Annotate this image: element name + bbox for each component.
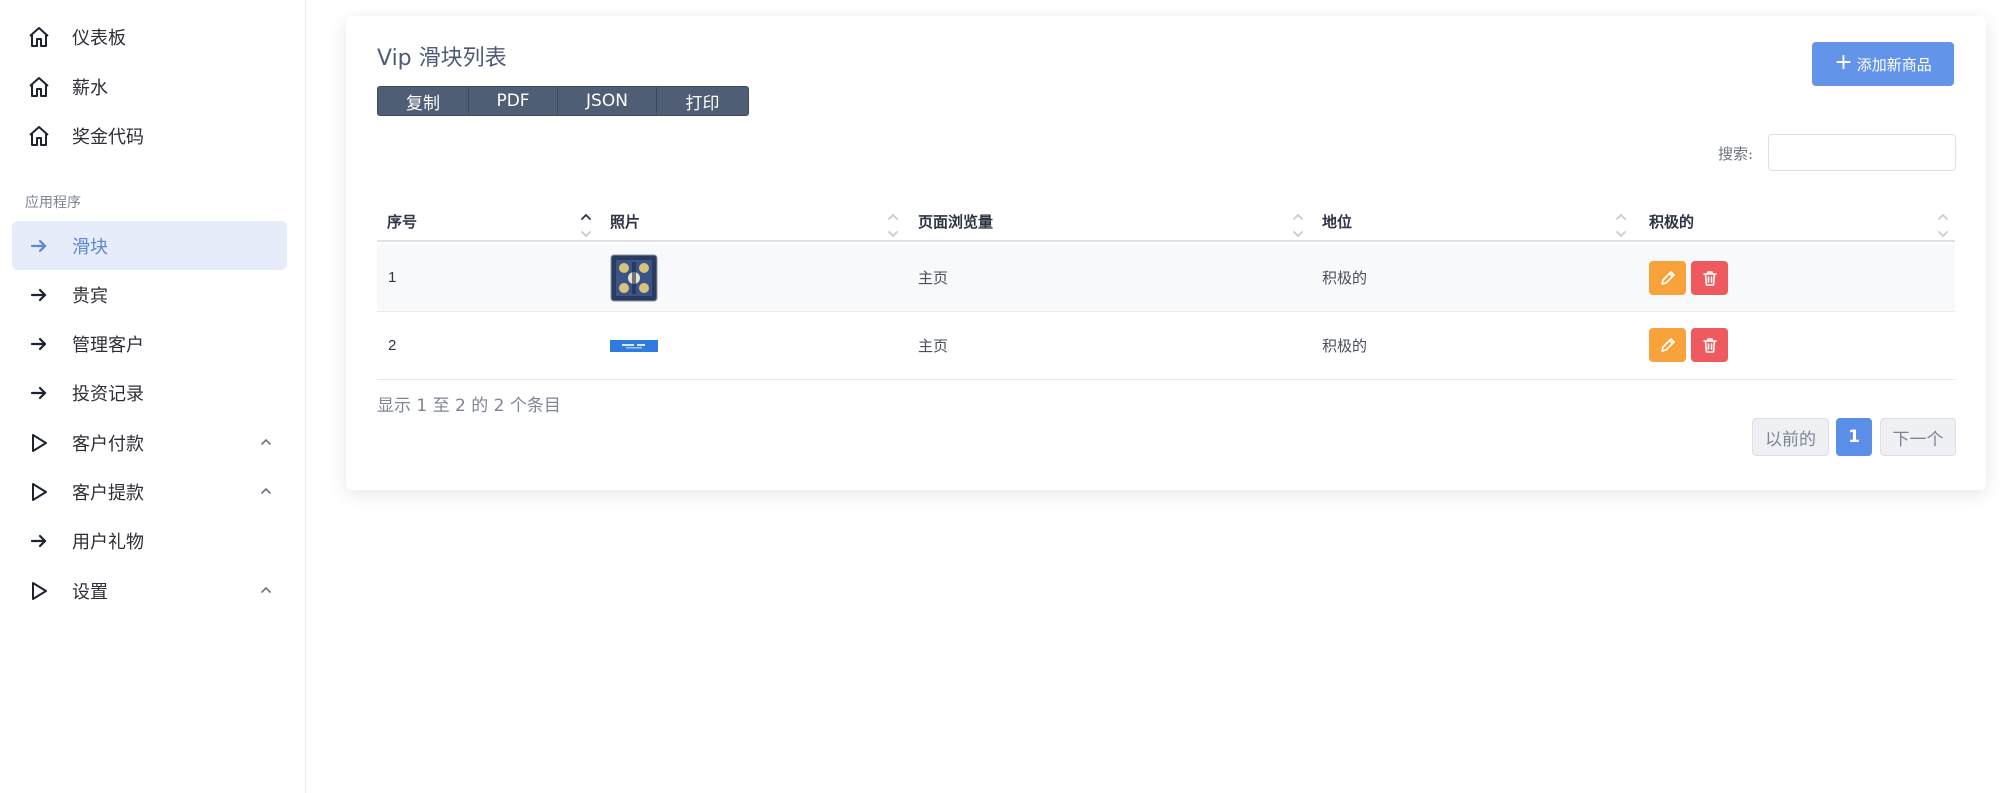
- pencil-icon: [1660, 338, 1675, 352]
- sidebar-item-label: 设置: [72, 581, 108, 603]
- sidebar-item-bonus-code[interactable]: 奖金代码: [12, 111, 287, 160]
- sidebar-item-user-gifts[interactable]: 用户礼物: [12, 516, 287, 565]
- sidebar-item-investment-records[interactable]: 投资记录: [12, 368, 287, 417]
- column-header-photo[interactable]: 照片: [610, 202, 640, 240]
- slider-list-card: Vip 滑块列表 复制 PDF JSON 打印 + 添加新商品 搜索: 序号 照…: [346, 16, 1986, 490]
- sidebar-item-dashboard[interactable]: 仪表板: [12, 12, 287, 61]
- add-new-item-label: 添加新商品: [1856, 55, 1932, 74]
- arrow-right-icon: [26, 380, 52, 406]
- chevron-up-icon[interactable]: [259, 484, 273, 498]
- play-icon: [26, 578, 52, 604]
- sidebar-item-slider[interactable]: 滑块: [12, 221, 287, 270]
- pagination-page-1[interactable]: 1: [1836, 418, 1872, 456]
- home-icon: [26, 123, 52, 149]
- status-value: 积极的: [1322, 269, 1368, 287]
- search-label: 搜索:: [1718, 145, 1754, 163]
- chevron-up-icon[interactable]: [259, 583, 273, 597]
- pagination-next[interactable]: 下一个: [1880, 418, 1956, 456]
- table-header: 序号 照片 页面浏览量 地位 积极的: [377, 202, 1955, 242]
- add-new-item-button[interactable]: + 添加新商品: [1812, 42, 1954, 86]
- page-views-value: 主页: [918, 269, 949, 287]
- sidebar-item-label: 贵宾: [72, 285, 108, 307]
- sidebar-item-label: 奖金代码: [72, 126, 144, 148]
- table-info: 显示 1 至 2 的 2 个条目: [377, 396, 561, 416]
- pagination-previous[interactable]: 以前的: [1752, 418, 1829, 456]
- json-button[interactable]: JSON: [558, 87, 657, 115]
- pdf-button[interactable]: PDF: [469, 87, 558, 115]
- sidebar-item-label: 仪表板: [72, 27, 126, 49]
- edit-button[interactable]: [1649, 328, 1686, 362]
- trash-icon: [1702, 271, 1717, 286]
- sort-icon[interactable]: [887, 202, 899, 238]
- plus-icon: +: [1834, 50, 1853, 75]
- trash-icon: [1702, 338, 1717, 353]
- export-button-group: 复制 PDF JSON 打印: [377, 86, 749, 116]
- copy-button[interactable]: 复制: [378, 87, 469, 115]
- column-header-active[interactable]: 积极的: [1649, 202, 1694, 240]
- column-header-index[interactable]: 序号: [387, 202, 417, 240]
- sidebar-item-settings[interactable]: 设置: [12, 566, 287, 615]
- sort-asc-icon[interactable]: [580, 202, 592, 238]
- sidebar-item-label: 客户提款: [72, 482, 144, 504]
- play-icon: [26, 479, 52, 505]
- status-value: 积极的: [1322, 337, 1368, 355]
- sidebar-item-vip[interactable]: 贵宾: [12, 270, 287, 319]
- sidebar-item-label: 薪水: [72, 77, 108, 99]
- column-header-status[interactable]: 地位: [1322, 202, 1352, 240]
- sidebar-item-label: 滑块: [72, 236, 108, 258]
- sidebar-item-salary[interactable]: 薪水: [12, 62, 287, 111]
- arrow-right-icon: [26, 233, 52, 259]
- slider-thumbnail: [610, 244, 658, 311]
- sidebar-item-label: 管理客户: [72, 334, 144, 356]
- pencil-icon: [1660, 271, 1675, 285]
- slider-thumbnail: [610, 312, 658, 379]
- sidebar-item-label: 客户付款: [72, 433, 144, 455]
- sort-icon[interactable]: [1937, 202, 1949, 238]
- sort-icon[interactable]: [1615, 202, 1627, 238]
- column-header-page-views[interactable]: 页面浏览量: [918, 202, 993, 240]
- chevron-up-icon[interactable]: [259, 435, 273, 449]
- table-row: 1 主页 积极的: [377, 244, 1955, 312]
- search-input[interactable]: [1768, 134, 1956, 171]
- delete-button[interactable]: [1691, 328, 1728, 362]
- sidebar-item-label: 用户礼物: [72, 531, 144, 553]
- sidebar-item-manage-customers[interactable]: 管理客户: [12, 319, 287, 368]
- arrow-right-icon: [26, 282, 52, 308]
- delete-button[interactable]: [1691, 261, 1728, 295]
- sidebar-item-customer-withdrawals[interactable]: 客户提款: [12, 467, 287, 516]
- play-icon: [26, 430, 52, 456]
- page-title: Vip 滑块列表: [377, 46, 507, 71]
- page-views-value: 主页: [918, 337, 949, 355]
- sidebar-item-customer-payments[interactable]: 客户付款: [12, 418, 287, 467]
- row-index: 1: [388, 269, 397, 286]
- edit-button[interactable]: [1649, 261, 1686, 295]
- home-icon: [26, 24, 52, 50]
- arrow-right-icon: [26, 331, 52, 357]
- sidebar-item-label: 投资记录: [72, 383, 144, 405]
- table-row: 2 主页 积极的: [377, 312, 1955, 380]
- print-button[interactable]: 打印: [657, 87, 748, 115]
- row-index: 2: [388, 337, 397, 354]
- sort-icon[interactable]: [1292, 202, 1304, 238]
- arrow-right-icon: [26, 528, 52, 554]
- sidebar: 仪表板 薪水 奖金代码 应用程序 滑块 贵宾 管理客户 投资记录 客户付款 客户…: [0, 0, 306, 793]
- sidebar-section-title: 应用程序: [25, 195, 81, 211]
- home-icon: [26, 74, 52, 100]
